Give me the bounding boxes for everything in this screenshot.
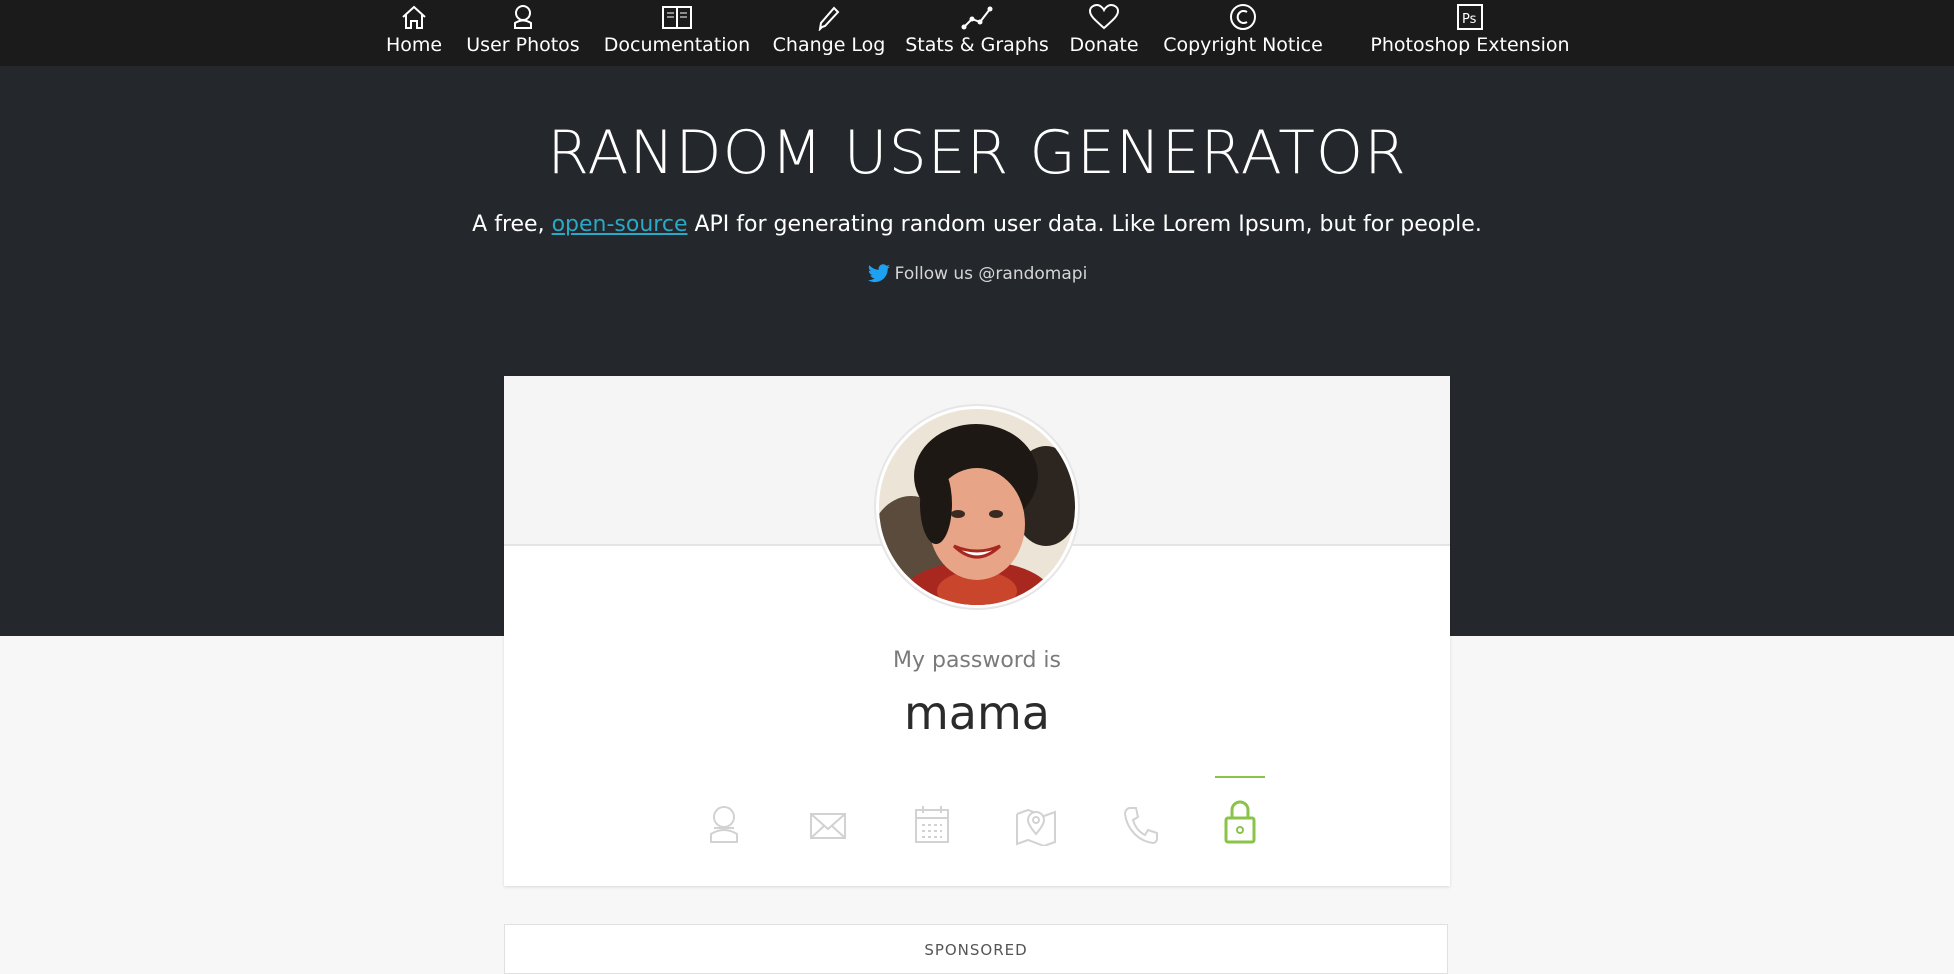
nav-photoshop-extension[interactable]: Ps Photoshop Extension — [1370, 0, 1570, 66]
user-icon — [514, 5, 532, 29]
copyright-icon — [1230, 4, 1256, 30]
user-photo — [879, 409, 1075, 605]
sponsored-label: SPONSORED — [924, 941, 1028, 959]
info-label: My password is — [892, 648, 1061, 673]
nav-label: Photoshop Extension — [1370, 34, 1570, 56]
envelope-icon — [810, 813, 846, 839]
subtitle-suffix: API for generating random user data. Lik… — [687, 212, 1482, 237]
nav-copyright-notice[interactable]: Copyright Notice — [1163, 0, 1323, 66]
tab-birthday[interactable] — [902, 776, 962, 846]
map-icon — [1016, 808, 1056, 846]
nav-label: Documentation — [603, 34, 751, 56]
nav-documentation[interactable]: Documentation — [603, 0, 751, 66]
heart-icon — [1088, 3, 1120, 30]
nav-label: Change Log — [772, 34, 886, 56]
tab-password[interactable] — [1210, 776, 1270, 846]
user-avatar — [874, 404, 1080, 610]
info-tabs — [694, 776, 1294, 846]
nav-label: Copyright Notice — [1163, 34, 1323, 56]
user-card: My password is mama — [504, 376, 1450, 886]
tab-user[interactable] — [694, 776, 754, 846]
lock-icon — [1224, 800, 1256, 844]
phone-icon — [1123, 807, 1158, 845]
nav-user-photos[interactable]: User Photos — [466, 0, 580, 66]
nav-label: Home — [385, 34, 443, 56]
graph-icon — [961, 6, 993, 30]
pencil-icon — [818, 6, 840, 31]
nav-stats-graphs[interactable]: Stats & Graphs — [905, 0, 1049, 66]
sponsored-section: SPONSORED — [504, 924, 1448, 974]
twitter-follow[interactable]: Follow us @randomapi — [0, 264, 1954, 284]
photoshop-icon: Ps — [1457, 4, 1483, 30]
hero-subtitle: A free, open-source API for generating r… — [0, 212, 1954, 237]
tab-location[interactable] — [1006, 776, 1066, 846]
tab-phone[interactable] — [1110, 776, 1170, 846]
calendar-icon — [915, 806, 949, 843]
user-icon — [710, 806, 738, 843]
nav-donate[interactable]: Donate — [1068, 0, 1140, 66]
tab-email[interactable] — [798, 776, 858, 846]
nav-label: User Photos — [466, 34, 580, 56]
top-nav: Home User Photos Documentation Change Lo… — [0, 0, 1954, 66]
nav-change-log[interactable]: Change Log — [772, 0, 886, 66]
nav-label: Stats & Graphs — [905, 34, 1049, 56]
subtitle-prefix: A free, — [472, 212, 552, 237]
home-icon — [402, 5, 426, 29]
twitter-icon — [867, 264, 890, 283]
page-title: RANDOM USER GENERATOR — [547, 118, 1407, 188]
info-value: mama — [904, 686, 1050, 740]
nav-label: Donate — [1069, 34, 1139, 56]
nav-home[interactable]: Home — [386, 0, 442, 66]
open-source-link[interactable]: open-source — [552, 212, 688, 237]
svg-text:Ps: Ps — [1462, 12, 1477, 27]
book-icon — [662, 6, 692, 29]
follow-text: Follow us @randomapi — [894, 264, 1088, 284]
